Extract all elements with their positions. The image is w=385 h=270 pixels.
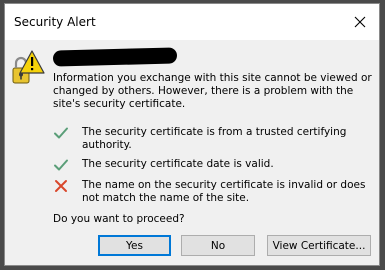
check-row-name-invalid: The name on the security certificate is … [53, 179, 375, 205]
check-text: The security certificate date is valid. [82, 158, 274, 170]
yes-button[interactable]: Yes [98, 235, 171, 256]
view-certificate-button[interactable]: View Certificate... [267, 235, 371, 256]
redacted-site-name [52, 47, 178, 67]
check-text: The security certificate is from a trust… [82, 126, 347, 151]
close-button[interactable] [347, 10, 373, 34]
window-title: Security Alert [14, 15, 96, 29]
security-alert-dialog: Security Alert Information you exchange … [4, 3, 380, 266]
title-bar: Security Alert [5, 4, 379, 40]
close-icon [354, 16, 366, 28]
check-row-trusted-authority: The security certificate is from a trust… [53, 126, 375, 152]
check-row-date-valid: The security certificate date is valid. [53, 158, 375, 172]
proceed-question: Do you want to proceed? [53, 213, 185, 225]
red-x-icon [55, 180, 67, 192]
dialog-body: Information you exchange with this site … [5, 40, 379, 265]
padlock-warning-icon [12, 50, 45, 84]
check-text: The name on the security certificate is … [82, 179, 366, 204]
no-button[interactable]: No [181, 235, 255, 256]
green-check-icon [54, 159, 68, 171]
green-check-icon [54, 127, 68, 139]
intro-message: Information you exchange with this site … [53, 72, 372, 110]
